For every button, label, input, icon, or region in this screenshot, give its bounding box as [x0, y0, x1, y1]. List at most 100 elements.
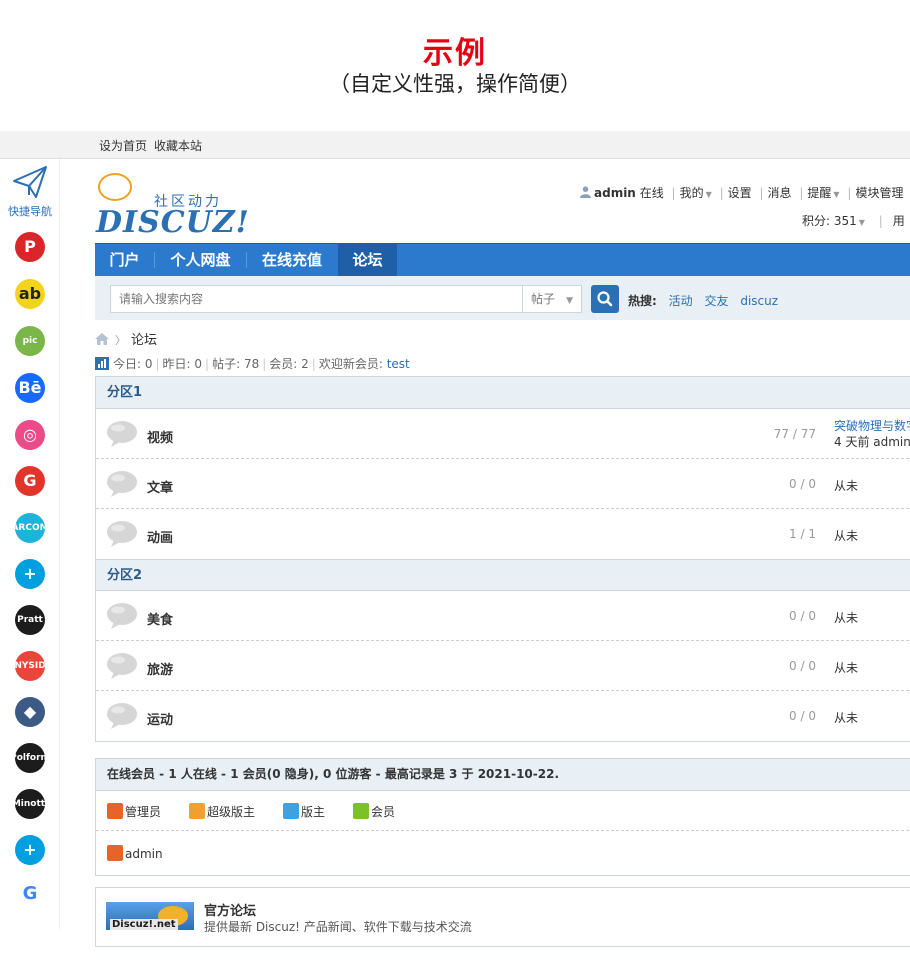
- forum-bubble-icon: [107, 603, 137, 629]
- forum-name-link[interactable]: 运动: [147, 709, 173, 728]
- forum-bubble-icon: [107, 703, 137, 729]
- hot-search-discuz[interactable]: discuz: [740, 294, 778, 308]
- main-nav: 门户 个人网盘 在线充值 论坛: [95, 243, 910, 276]
- forum-counts: 1 / 1: [789, 527, 816, 541]
- shield-icon[interactable]: ◆: [15, 697, 45, 727]
- forum-counts: 0 / 0: [789, 609, 816, 623]
- pratt-icon[interactable]: Pratt: [15, 605, 45, 635]
- search-type-value: 帖子: [531, 292, 556, 306]
- user-group-link[interactable]: 用: [893, 214, 905, 228]
- interior-design-icon[interactable]: NYSID: [15, 651, 45, 681]
- link-title[interactable]: 官方论坛: [204, 900, 256, 919]
- section-header[interactable]: 分区1: [96, 377, 910, 409]
- logo-wordmark: DISCUZ!: [96, 205, 250, 240]
- admin-badge-icon: [107, 803, 123, 819]
- bookmark-link[interactable]: 收藏本站: [154, 137, 202, 154]
- paper-plane-icon: [13, 166, 47, 198]
- stats-chart-icon[interactable]: [95, 357, 109, 370]
- search-type-select[interactable]: 帖子 ▼: [522, 285, 582, 313]
- user-menu: admin 在线 |我的▼ |设置 |消息 |提醒▼ |模块管理 |: [580, 184, 910, 201]
- last-post-meta: 从未: [834, 479, 859, 493]
- plus-icon-2[interactable]: +: [15, 835, 45, 865]
- forum-counts: 0 / 0: [789, 477, 816, 491]
- behance-icon[interactable]: Bē: [15, 373, 45, 403]
- points-link[interactable]: 积分: 351: [802, 214, 857, 228]
- user-group-legend: 管理员 超级版主 版主 会员: [96, 791, 910, 831]
- last-post-title[interactable]: 突破物理与数字: [834, 418, 910, 434]
- link-description: 提供最新 Discuz! 产品新闻、软件下载与技术交流: [204, 920, 472, 934]
- nav-netdisk[interactable]: 个人网盘: [155, 244, 246, 276]
- forum-name-link[interactable]: 视频: [147, 427, 173, 446]
- forum-bubble-icon: [107, 521, 137, 547]
- site-header: 社区动力 DISCUZ! admin 在线 | 我的 ▼ | 设置 | 消息 | 提醒 ▼ …: [60, 159, 910, 243]
- online-member-admin[interactable]: admin: [107, 845, 163, 861]
- polform-icon[interactable]: Polform: [15, 743, 45, 773]
- menu-messages[interactable]: 消息: [768, 186, 792, 200]
- set-home-link[interactable]: 设为首页: [99, 137, 147, 154]
- quick-nav-sidebar: 快捷导航 Pab pic Bē ◎ G ARCOM + Pratt NYSID ◆ Polform M…: [0, 159, 60, 929]
- breadcrumb-current[interactable]: 论坛: [131, 333, 157, 348]
- forum-counts: 77 / 77: [773, 427, 816, 441]
- google-color-icon[interactable]: G: [15, 879, 45, 909]
- hot-search-activity[interactable]: 活动: [669, 294, 693, 308]
- pinterest-icon[interactable]: P: [15, 232, 45, 262]
- member-badge-icon: [353, 803, 369, 819]
- minotti-icon[interactable]: Minotti: [15, 789, 45, 819]
- discuz-logo[interactable]: 社区动力 DISCUZ!: [96, 171, 249, 241]
- newest-member-link[interactable]: test: [387, 357, 410, 371]
- forum-row: 动画 1 / 1 从未: [96, 509, 910, 559]
- search-button[interactable]: [591, 285, 619, 313]
- logo-bubble-icon: [98, 173, 132, 201]
- logo-label: Discuz!.net: [110, 919, 178, 930]
- pic-icon[interactable]: pic: [15, 326, 45, 356]
- nav-portal[interactable]: 门户: [95, 244, 154, 276]
- online-status: 在线: [639, 186, 664, 200]
- discuz-net-logo[interactable]: Discuz!.net: [106, 902, 194, 930]
- online-summary[interactable]: 在线会员 - 1 人在线 - 1 会员(0 隐身), 0 位游客 - 最高记录是…: [96, 759, 910, 791]
- forum-sections: 分区1 视频 77 / 77 突破物理与数字 4 天前 admin 文章 0 / 0 从未动…: [95, 376, 910, 742]
- google-icon[interactable]: G: [15, 466, 45, 496]
- forum-bubble-icon: [107, 421, 137, 447]
- forum-name-link[interactable]: 旅游: [147, 659, 173, 678]
- plus-icon[interactable]: +: [15, 559, 45, 589]
- forum-row: 视频 77 / 77 突破物理与数字 4 天前 admin: [96, 409, 910, 459]
- nav-forum[interactable]: 论坛: [338, 244, 397, 276]
- last-post-meta: 从未: [834, 529, 859, 543]
- section-header[interactable]: 分区2: [96, 559, 910, 591]
- app-icon[interactable]: ab: [15, 279, 45, 309]
- legend-admin: 管理员: [107, 803, 161, 820]
- search-bar: 请输入搜索内容 帖子 ▼ 热搜: 活动 交友 discuz: [95, 276, 910, 320]
- legend-super-mod: 超级版主: [189, 803, 255, 820]
- forum-name-link[interactable]: 动画: [147, 527, 173, 546]
- search-icon: [597, 291, 613, 307]
- online-members: 在线会员 - 1 人在线 - 1 会员(0 隐身), 0 位游客 - 最高记录是…: [95, 758, 910, 876]
- last-post-meta: 4 天前 admin: [834, 435, 910, 449]
- chevron-down-icon: ▼: [858, 218, 865, 227]
- top-bar: 设为首页 收藏本站: [0, 131, 910, 159]
- arcom-icon[interactable]: ARCOM: [15, 513, 45, 543]
- menu-settings[interactable]: 设置: [728, 186, 752, 200]
- user-icon: [580, 186, 591, 198]
- menu-my[interactable]: 我的: [680, 186, 704, 200]
- quick-nav-toggle[interactable]: 快捷导航: [0, 165, 60, 219]
- admin-badge-icon: [107, 845, 123, 861]
- nav-recharge[interactable]: 在线充值: [247, 244, 337, 276]
- home-icon[interactable]: [95, 333, 109, 345]
- search-input[interactable]: 请输入搜索内容: [110, 285, 523, 313]
- forum-name-link[interactable]: 美食: [147, 609, 173, 628]
- quick-nav-label: 快捷导航: [8, 205, 52, 218]
- legend-member: 会员: [353, 803, 395, 820]
- forum-name-link[interactable]: 文章: [147, 477, 173, 496]
- hot-search-dating[interactable]: 交友: [704, 294, 728, 308]
- username-link[interactable]: admin: [594, 186, 636, 200]
- stat-today: 今日: 0: [113, 357, 153, 371]
- menu-module-manage[interactable]: 模块管理: [855, 186, 903, 200]
- forum-row: 运动 0 / 0 从未: [96, 691, 910, 741]
- online-member-list: admin: [96, 831, 910, 875]
- page-title: 示例: [423, 36, 487, 71]
- dribbble-icon[interactable]: ◎: [15, 420, 45, 450]
- friend-links: Discuz!.net 官方论坛 提供最新 Discuz! 产品新闻、软件下载与…: [95, 887, 910, 947]
- forum-counts: 0 / 0: [789, 659, 816, 673]
- forum-stats: 今日: 0 | 昨日: 0 | 帖子: 78 | 会员: 2 | 欢迎新会员: test: [95, 355, 410, 372]
- menu-reminders[interactable]: 提醒: [807, 186, 831, 200]
